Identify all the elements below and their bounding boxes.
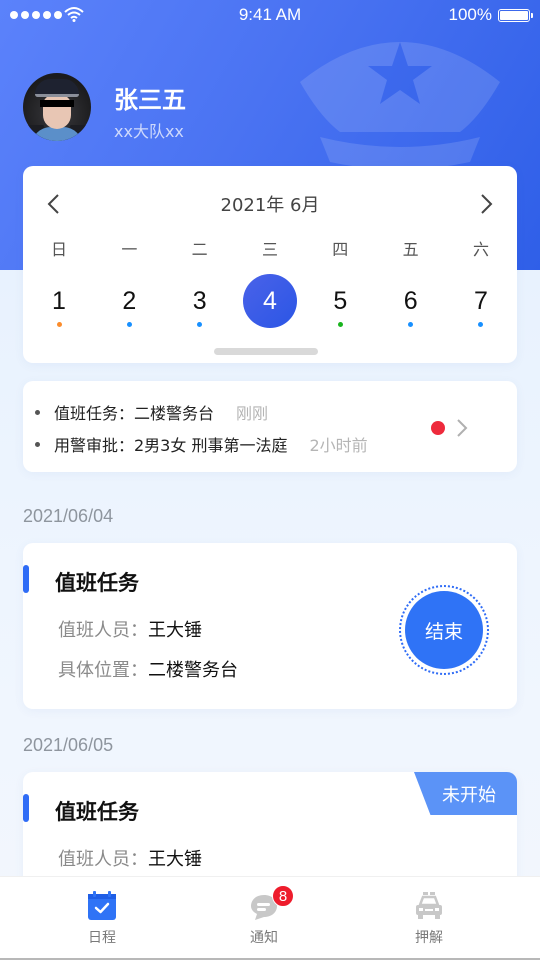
end-task-button[interactable]: 结束 <box>399 585 489 675</box>
field-value: 王大锤 <box>148 620 202 641</box>
status-tag: 未开始 <box>414 772 517 815</box>
calendar-expand-handle[interactable] <box>214 348 318 355</box>
calendar-days: 1 2 3 4 5 6 7 <box>23 274 517 328</box>
weekday-label: 四 <box>332 240 349 259</box>
task-field: 值班人员：王大锤 <box>58 616 202 642</box>
day-number: 4 <box>242 274 297 328</box>
day-number: 1 <box>52 287 66 315</box>
bullet-icon <box>35 441 40 447</box>
calendar-check-icon <box>88 891 116 920</box>
bullet-icon <box>35 409 40 415</box>
calendar-day[interactable]: 5 <box>321 274 359 328</box>
notification-badge: 8 <box>272 885 294 907</box>
field-value: 二楼警务台 <box>148 660 238 681</box>
date-header: 2021/06/05 <box>23 735 114 755</box>
notice-text: 用警审批：2男3女 刑事第一法庭 <box>54 436 288 455</box>
weekday-label: 三 <box>261 240 278 259</box>
tab-notifications[interactable]: 8 通知 <box>214 877 314 959</box>
task-title: 值班任务 <box>55 571 139 595</box>
task-field: 具体位置：二楼警务台 <box>58 656 238 682</box>
notice-item[interactable]: 值班任务：二楼警务台 刚刚 <box>35 400 268 424</box>
calendar-card: 2021年 6月 日 一 二 三 四 五 六 1 2 3 4 5 6 7 <box>23 166 517 363</box>
field-label: 值班人员： <box>58 620 148 641</box>
task-card[interactable]: 值班任务 值班人员：王大锤 具体位置：二楼警务台 结束 <box>23 543 517 709</box>
user-unit: xx大队xx <box>114 122 184 141</box>
weekday-label: 五 <box>402 240 419 259</box>
battery-percent: 100% <box>448 5 492 24</box>
day-number: 6 <box>403 287 418 315</box>
weekday-label: 二 <box>191 240 208 259</box>
end-task-label: 结束 <box>405 591 483 669</box>
field-label: 具体位置： <box>58 660 148 681</box>
day-number: 7 <box>474 287 488 315</box>
weekday-header: 日 一 二 三 四 五 六 <box>23 236 517 260</box>
weekday-label: 日 <box>50 240 67 259</box>
chevron-right-icon[interactable] <box>476 192 496 216</box>
field-label: 值班人员： <box>58 849 148 870</box>
calendar-day[interactable]: 7 <box>462 274 500 328</box>
avatar[interactable] <box>23 73 91 141</box>
weekday-label: 一 <box>121 240 138 259</box>
day-number: 3 <box>192 287 207 315</box>
accent-bar <box>23 794 29 822</box>
tab-escort[interactable]: 押解 <box>379 877 479 959</box>
tab-label: 通知 <box>250 930 278 946</box>
calendar-month-title: 2021年 6月 <box>220 195 320 216</box>
tab-label: 日程 <box>88 930 116 946</box>
police-cap-icon <box>300 42 500 170</box>
event-dot <box>56 322 62 327</box>
notice-time: 2小时前 <box>309 436 368 455</box>
field-value: 王大锤 <box>148 849 202 870</box>
weekday-label: 六 <box>472 240 489 259</box>
calendar-day[interactable]: 6 <box>392 274 430 328</box>
police-car-icon <box>416 892 442 919</box>
notice-card[interactable]: 值班任务：二楼警务台 刚刚 用警审批：2男3女 刑事第一法庭 2小时前 <box>23 381 517 472</box>
tab-schedule[interactable]: 日程 <box>52 877 152 959</box>
notice-time: 刚刚 <box>236 404 269 423</box>
day-number: 2 <box>122 287 137 315</box>
date-header: 2021/06/04 <box>23 506 114 526</box>
tab-label: 押解 <box>415 930 443 946</box>
chevron-right-icon[interactable] <box>455 417 469 439</box>
task-field: 值班人员：王大锤 <box>58 845 202 871</box>
unread-dot <box>431 421 445 435</box>
notice-item[interactable]: 用警审批：2男3女 刑事第一法庭 2小时前 <box>35 432 368 456</box>
battery-icon <box>498 9 533 22</box>
calendar-day[interactable]: 3 <box>181 274 219 328</box>
calendar-day[interactable]: 1 <box>40 274 78 328</box>
event-dot <box>337 322 343 327</box>
user-name: 张三五 <box>114 86 186 114</box>
calendar-day[interactable]: 2 <box>110 274 148 328</box>
tab-bar: 日程 8 通知 押解 <box>0 876 540 960</box>
task-title: 值班任务 <box>55 800 139 824</box>
status-bar: 9:41 AM 100% <box>0 0 540 32</box>
calendar-day-selected[interactable]: 4 <box>242 274 297 328</box>
accent-bar <box>23 565 29 593</box>
notice-text: 值班任务：二楼警务台 <box>54 404 215 423</box>
day-number: 5 <box>333 287 348 315</box>
event-dot <box>126 322 132 327</box>
